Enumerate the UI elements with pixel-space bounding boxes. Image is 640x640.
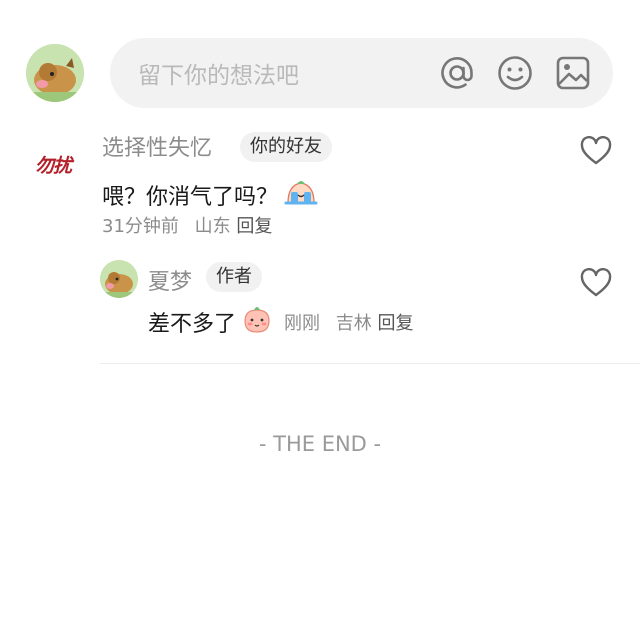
reply-author-avatar[interactable]: [100, 260, 138, 298]
friend-badge: 你的好友: [240, 132, 332, 162]
my-avatar[interactable]: [26, 44, 84, 102]
reply-time: 刚刚: [284, 313, 321, 334]
at-icon[interactable]: [437, 53, 477, 93]
comment-author[interactable]: 选择性失忆: [102, 130, 212, 162]
emoji-icon[interactable]: [495, 53, 535, 93]
comment-input-placeholder[interactable]: 留下你的想法吧: [138, 56, 437, 90]
comment-text-row: 喂？你消气了吗？: [102, 177, 318, 213]
blushing-emoji-icon: [242, 304, 272, 340]
reply-reply-button[interactable]: 回复: [377, 313, 413, 334]
crying-emoji-icon: [284, 177, 318, 213]
like-heart-icon[interactable]: [580, 135, 612, 166]
end-of-list-label: - THE END -: [258, 432, 382, 456]
reply-meta: 刚刚 吉林 回复: [284, 309, 413, 335]
reply-location: 吉林: [335, 313, 372, 334]
image-icon[interactable]: [553, 53, 593, 93]
reply-like-heart-icon[interactable]: [580, 267, 612, 298]
reply-button[interactable]: 回复: [236, 216, 272, 237]
comment-meta: 31分钟前 山东 回复: [102, 212, 272, 238]
comment-input[interactable]: 留下你的想法吧: [110, 38, 613, 108]
author-badge: 作者: [206, 262, 262, 292]
reply-text: 差不多了: [148, 312, 237, 337]
comment-time: 31分钟前: [102, 216, 179, 237]
section-divider: [100, 363, 640, 364]
commenter-avatar[interactable]: 勿扰: [24, 142, 82, 186]
avatar-logo-text: 勿扰: [34, 154, 72, 177]
reply-author[interactable]: 夏梦: [148, 264, 192, 296]
comment-location: 山东: [194, 216, 231, 237]
reply-text-row: 差不多了 刚刚 吉林 回复: [148, 304, 413, 340]
comment-text: 喂？你消气了吗？: [102, 185, 279, 210]
